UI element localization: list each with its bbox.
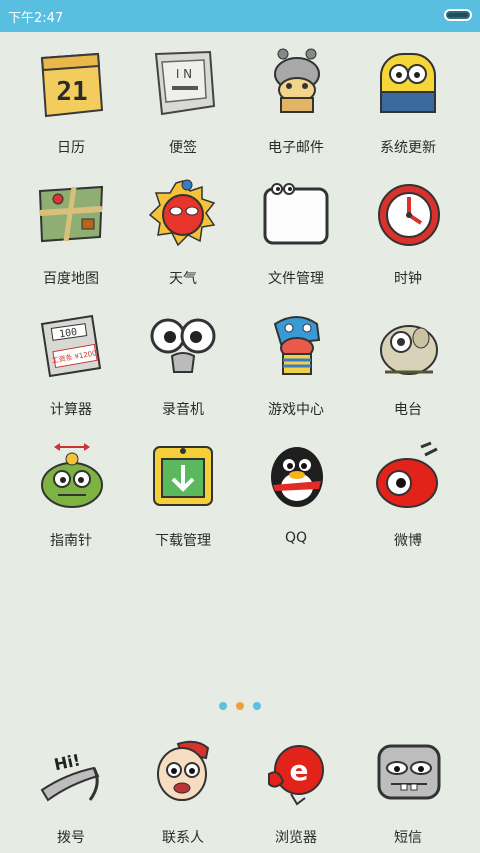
app-label: 游戏中心 [268,402,324,418]
app-calculator[interactable]: 100 工资条 ¥1200 计算器 [16,310,126,430]
page-dot-active[interactable] [236,702,244,710]
system-update-icon [373,48,443,120]
download-icon [148,441,218,513]
app-weibo[interactable]: 微博 [353,441,463,561]
page-indicator[interactable] [0,700,480,712]
page-dot[interactable] [253,702,261,710]
recorder-icon [148,310,218,382]
app-radio[interactable]: 电台 [353,310,463,430]
app-label: 计算器 [50,402,92,418]
app-system-update[interactable]: 系统更新 [353,48,463,168]
app-recorder[interactable]: 录音机 [128,310,238,430]
app-email[interactable]: 电子邮件 [241,48,351,168]
browser-icon: e [261,738,331,810]
contacts-icon [148,738,218,810]
dock-browser[interactable]: e 浏览器 [241,738,351,853]
dock-phone[interactable]: Hi! 拨号 [16,738,126,853]
compass-icon [36,441,106,513]
calculator-icon: 100 工资条 ¥1200 [36,310,106,382]
weibo-icon [373,441,443,513]
notes-icon: I N [148,48,218,120]
status-bar: 下午2:47 [0,0,480,32]
clock-icon [373,179,443,251]
app-label: 浏览器 [275,830,317,846]
weather-sun-icon [148,179,218,251]
svg-text:I N: I N [176,67,192,81]
dock-sms[interactable]: 短信 [353,738,463,853]
file-manager-icon [261,179,331,251]
dock-contacts[interactable]: 联系人 [128,738,238,853]
sms-icon [373,738,443,810]
app-notes[interactable]: I N 便签 [128,48,238,168]
app-label: 便签 [169,140,197,156]
app-label: 百度地图 [43,271,99,287]
app-label: 文件管理 [268,271,324,287]
page-dot[interactable] [219,702,227,710]
app-label: 电台 [394,402,422,418]
app-label: 指南针 [50,533,92,549]
app-clock[interactable]: 时钟 [353,179,463,299]
app-label: 下载管理 [155,533,211,549]
app-weather[interactable]: 天气 [128,179,238,299]
map-icon [36,179,106,251]
email-icon [261,48,331,120]
browser-letter: e [290,754,309,787]
app-label: 日历 [57,140,85,156]
app-label: 录音机 [162,402,204,418]
calendar-icon: 21 [36,48,106,120]
app-label: 系统更新 [380,140,436,156]
app-baidu-map[interactable]: 百度地图 [16,179,126,299]
app-calendar[interactable]: 21 日历 [16,48,126,168]
app-file-manager[interactable]: 文件管理 [241,179,351,299]
app-label: 天气 [169,271,197,287]
app-label: 微博 [394,533,422,549]
app-game-center[interactable]: 游戏中心 [241,310,351,430]
app-qq[interactable]: QQ [241,441,351,561]
game-center-icon [261,310,331,382]
app-compass[interactable]: 指南针 [16,441,126,561]
calendar-day: 21 [56,77,87,107]
phone-hi-text: Hi! [52,750,82,774]
qq-penguin-icon [261,441,331,513]
app-download[interactable]: 下载管理 [128,441,238,561]
battery-icon [444,9,472,21]
app-label: 拨号 [57,830,85,846]
app-label: 短信 [394,830,422,846]
app-label: 电子邮件 [268,140,324,156]
app-label: 联系人 [162,830,204,846]
phone-icon: Hi! [36,738,106,810]
app-label: QQ [284,530,308,546]
status-time: 下午2:47 [8,11,64,26]
radio-icon [373,310,443,382]
app-label: 时钟 [394,271,422,287]
